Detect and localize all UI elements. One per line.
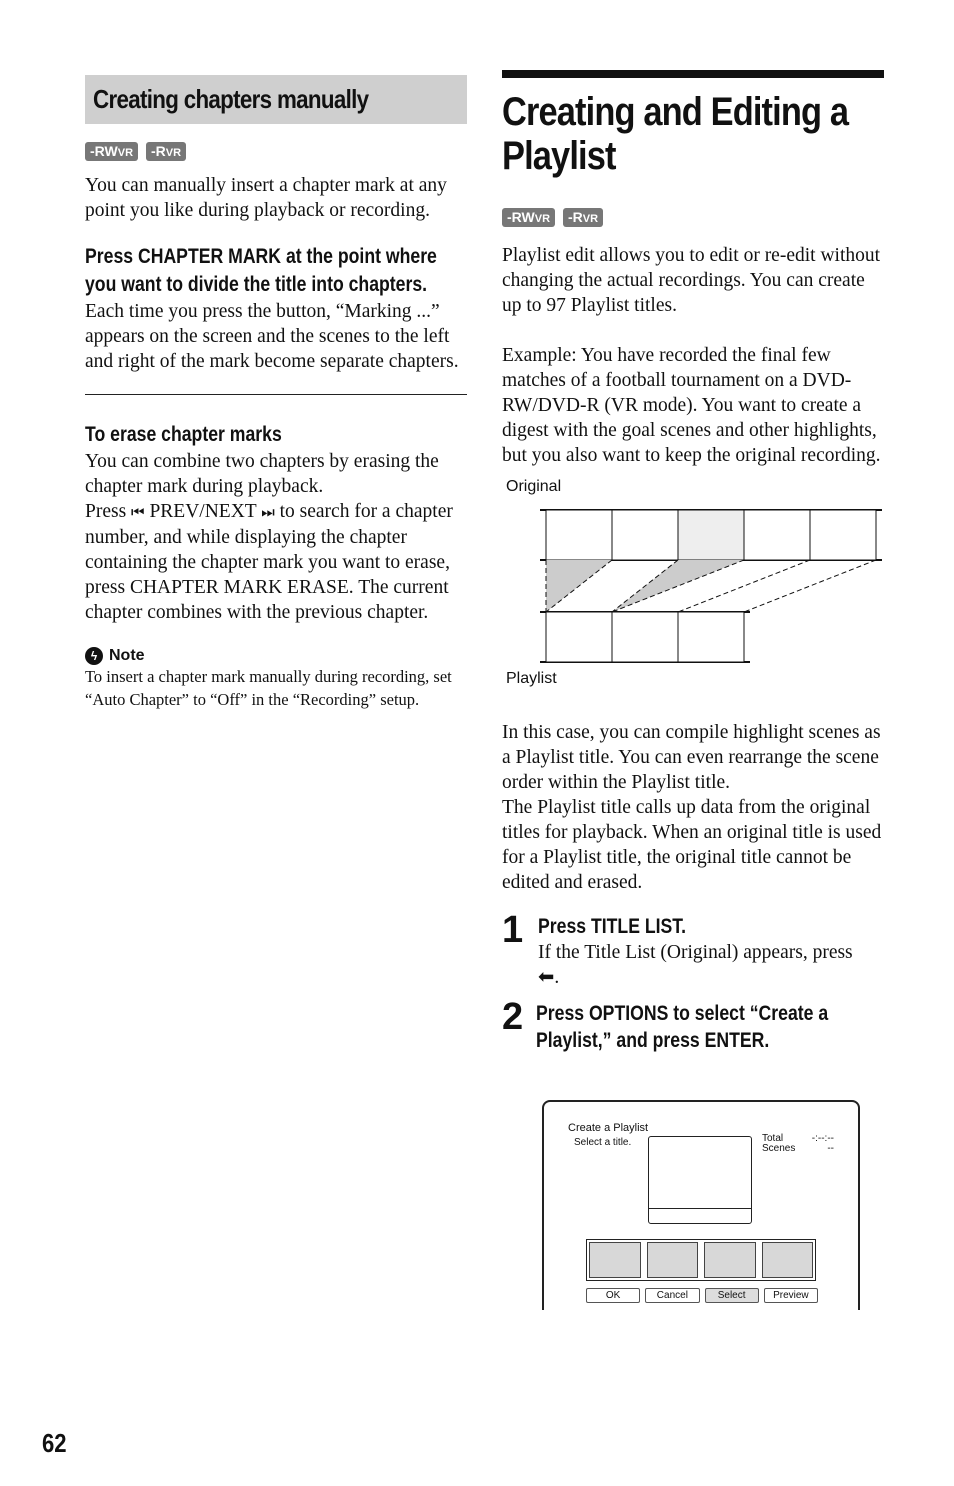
right-column: Creating and Editing a Playlist -RWVR -RV… xyxy=(502,70,884,1054)
scene-thumbnails xyxy=(586,1239,816,1281)
disc-badges: -RWVR -RVR xyxy=(502,208,884,227)
step-number: 1 xyxy=(502,909,524,951)
badge-r-vr: -RVR xyxy=(146,142,187,161)
badge-rw-vr: -RWVR xyxy=(85,142,139,161)
preview-button[interactable]: Preview xyxy=(763,1288,818,1303)
stats: Total -:--:-- Scenes -- xyxy=(762,1133,834,1154)
divider xyxy=(85,394,467,395)
disc-badges: -RWVR -RVR xyxy=(85,142,467,161)
scene-shot xyxy=(611,509,679,561)
back-arrow-icon: ⬅ xyxy=(538,967,555,988)
thumbnail[interactable] xyxy=(761,1242,813,1278)
title-bar-rule xyxy=(502,70,884,78)
step-text: If the Title List (Original) appears, pr… xyxy=(538,942,853,988)
case-text: In this case, you can compile highlight … xyxy=(502,722,881,793)
original-label: Original xyxy=(506,478,562,495)
scene-crowd xyxy=(677,509,745,561)
screen-subtitle: Select a title. xyxy=(574,1137,632,1148)
note-heading: ϟ Note xyxy=(85,647,467,665)
step-title: Press OPTIONS to select “Create a Playlis… xyxy=(536,1002,829,1052)
ok-button[interactable]: OK xyxy=(586,1288,641,1303)
intro-text: Playlist edit allows you to edit or re-e… xyxy=(502,245,881,316)
preview-window xyxy=(648,1136,752,1224)
thumbnail[interactable] xyxy=(646,1242,698,1278)
page-title: Creating and Editing a Playlist xyxy=(502,90,849,178)
erase-text-2: Press ⏮ PREV/NEXT ⏭ to search for a chap… xyxy=(85,501,453,623)
left-column: Creating chapters manually -RWVR -RVR Yo… xyxy=(85,75,467,711)
original-strip xyxy=(540,509,882,561)
playlist-scene-save xyxy=(677,611,745,663)
erase-heading: To erase chapter marks xyxy=(85,423,282,446)
scene-save xyxy=(809,509,877,561)
thumbnail[interactable] xyxy=(589,1242,641,1278)
step-2: 2 Press OPTIONS to select “Create a Playl… xyxy=(502,996,884,1054)
scene-kick xyxy=(545,509,613,561)
playlist-scene-shot xyxy=(545,611,613,663)
prev-icon: ⏮ xyxy=(131,503,145,521)
step-heading: Press CHAPTER MARK at the point where you… xyxy=(85,245,437,296)
section-heading: Creating chapters manually xyxy=(85,75,467,124)
badge-rw-vr: -RWVR xyxy=(502,208,556,227)
playlist-strip xyxy=(540,611,750,663)
create-playlist-screen: Create a Playlist Select a title. Total -… xyxy=(542,1100,860,1310)
screen-title: Create a Playlist xyxy=(568,1122,649,1134)
select-button[interactable]: Select xyxy=(704,1288,759,1303)
note-text: To insert a chapter mark manually during… xyxy=(85,667,452,709)
playlist-label: Playlist xyxy=(506,670,557,687)
step-1: 1 Press TITLE LIST. If the Title List (O… xyxy=(502,909,884,990)
intro-text: You can manually insert a chapter mark a… xyxy=(85,175,447,221)
example-text: Example: You have recorded the final few… xyxy=(502,345,881,466)
badge-r-vr: -RVR xyxy=(563,208,604,227)
screen-buttons: OK Cancel Select Preview xyxy=(586,1288,818,1303)
step-text: Each time you press the button, “Marking… xyxy=(85,301,459,372)
playback-text: The Playlist title calls up data from th… xyxy=(502,797,882,893)
scene-goalkeeper xyxy=(743,509,811,561)
next-icon: ⏭ xyxy=(261,503,275,521)
cancel-button[interactable]: Cancel xyxy=(645,1288,700,1303)
thumbnail[interactable] xyxy=(704,1242,756,1278)
step-title: Press TITLE LIST. xyxy=(538,915,687,938)
page-number: 62 xyxy=(42,1428,67,1458)
playlist-scene-goalkeeper xyxy=(611,611,679,663)
note-icon: ϟ xyxy=(85,647,103,665)
film-strip-diagram xyxy=(540,509,882,663)
erase-text-1: You can combine two chapters by erasing … xyxy=(85,451,439,497)
playlist-diagram: Original Playlist xyxy=(502,474,884,704)
step-number: 2 xyxy=(502,996,524,1038)
